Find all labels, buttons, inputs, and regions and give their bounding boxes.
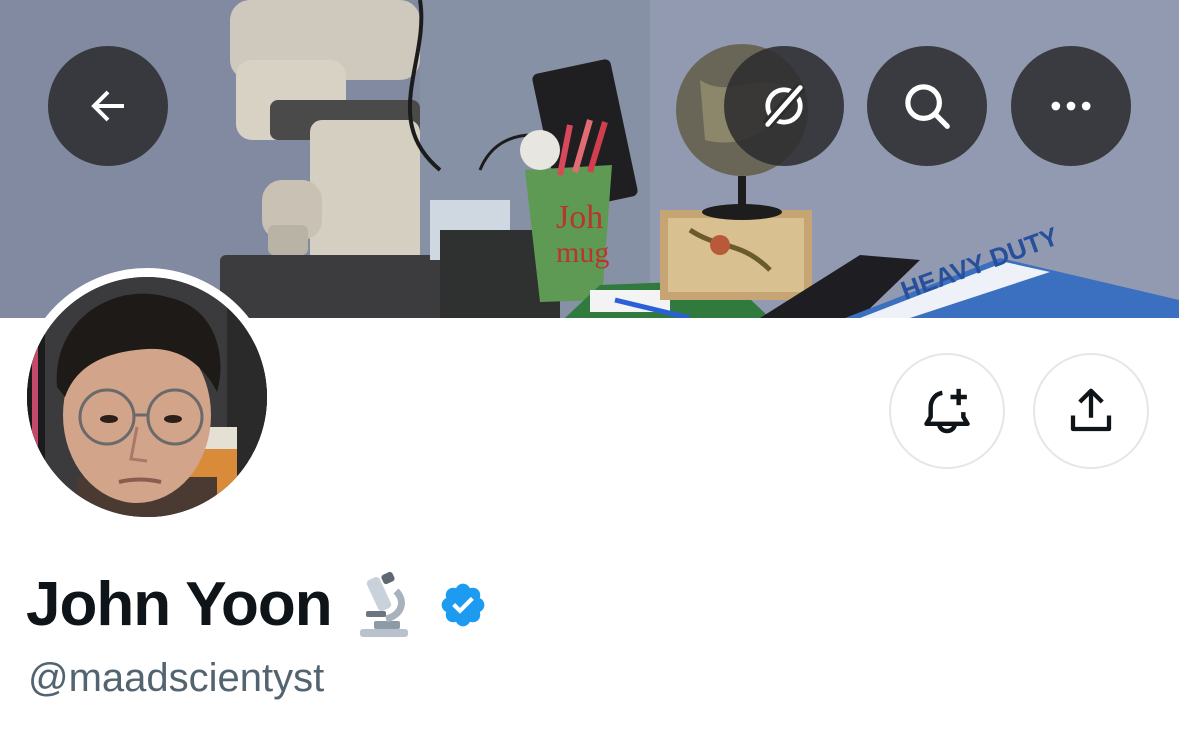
more-button[interactable] [1011,46,1131,166]
grok-button[interactable] [724,46,844,166]
search-button[interactable] [867,46,987,166]
profile-name-row: John Yoon [26,566,488,644]
more-horizontal-icon [1051,101,1091,111]
share-button[interactable] [1033,353,1149,469]
verified-badge-icon [441,583,484,627]
notify-button[interactable] [889,353,1005,469]
search-icon [905,84,950,129]
display-name: John Yoon [26,570,333,639]
arrow-left-icon [91,90,124,122]
profile-handle: @maadscientyst [28,656,325,700]
back-button[interactable] [48,46,168,166]
avatar[interactable] [18,268,276,526]
bell-plus-icon [924,388,970,434]
profile-page: Joh mug HEAVY DUTY John Yoon @maadscient… [0,0,1179,741]
banner-image: Joh mug HEAVY DUTY [0,0,1179,318]
avatar-image [27,277,267,517]
svg-text:Joh: Joh [556,199,603,236]
grok-icon [762,82,806,130]
svg-text:mug: mug [556,236,609,269]
share-upload-icon [1070,388,1112,432]
microscope-icon [359,571,408,637]
profile-banner[interactable]: Joh mug HEAVY DUTY [0,0,1179,318]
